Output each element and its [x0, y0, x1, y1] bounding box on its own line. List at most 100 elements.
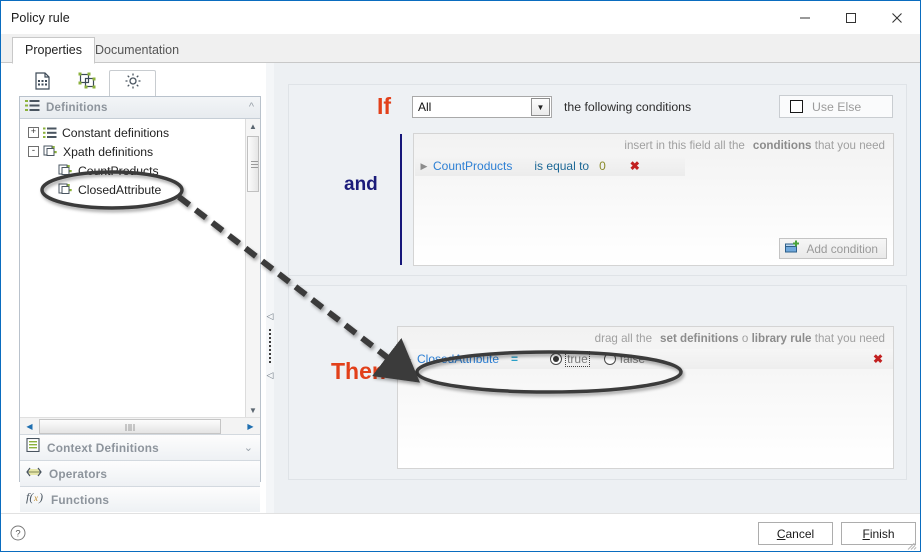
tree-item-constant-definitions[interactable]: + Constant definitions: [20, 123, 260, 142]
condition-value[interactable]: 0: [599, 159, 606, 173]
xpath-icon: [43, 145, 58, 158]
condition-operator[interactable]: is equal to: [534, 159, 589, 173]
scrollbar-grip: [251, 161, 258, 168]
radio-false[interactable]: [603, 353, 616, 365]
splitter-grip: [269, 329, 271, 365]
cancel-label: Cancel: [776, 526, 815, 541]
svg-text:?: ?: [15, 529, 20, 540]
collapse-left-arrow[interactable]: ◁: [266, 371, 274, 380]
chevron-up-icon[interactable]: ^: [249, 101, 254, 113]
if-section: If All ▼ the following conditions Use El…: [288, 84, 907, 276]
conditions-hint: insert in this field all the conditions t…: [624, 139, 885, 152]
icon-tab-settings[interactable]: [109, 70, 156, 96]
use-else-checkbox[interactable]: Use Else: [779, 95, 893, 118]
accordion-label: Operators: [49, 466, 108, 481]
tree-item-label: CountProducts: [78, 163, 159, 178]
delete-x-icon[interactable]: ✖: [630, 160, 640, 172]
tree-item-countproducts[interactable]: CountProducts: [20, 161, 260, 180]
tree-vertical-scrollbar[interactable]: ▲ ▼: [245, 119, 260, 417]
chevron-down-icon[interactable]: ⌄: [244, 441, 253, 454]
action-row[interactable]: ▶ ClosedAttribute = true false ✖: [399, 349, 893, 369]
following-conditions-label: the following conditions: [564, 100, 692, 114]
hint-part-2: set definitions: [660, 332, 739, 345]
radio-true-label: true: [565, 351, 590, 367]
add-condition-button[interactable]: Add condition: [778, 238, 887, 259]
close-button[interactable]: [874, 1, 920, 34]
icon-tab-shapes[interactable]: [64, 70, 111, 96]
operators-icon: [26, 465, 42, 483]
delete-x-icon[interactable]: ✖: [873, 353, 883, 365]
radio-true[interactable]: [550, 353, 563, 365]
accordion-label: Functions: [51, 492, 110, 507]
conditions-list[interactable]: insert in this field all the conditions t…: [413, 133, 894, 266]
expand-caret-icon[interactable]: ▶: [415, 161, 433, 172]
finish-label: Finish: [862, 526, 895, 541]
tab-strip: Properties Documentation: [1, 34, 920, 64]
resize-grip[interactable]: [906, 538, 918, 550]
hint-part-1: insert in this field all the: [624, 139, 745, 152]
checkbox-box[interactable]: [790, 100, 803, 113]
svg-text:): ): [38, 490, 43, 504]
match-mode-value: All: [418, 100, 432, 114]
collapse-left-arrow[interactable]: ◁: [266, 312, 274, 321]
cancel-button[interactable]: Cancel: [758, 522, 833, 545]
condition-field[interactable]: CountProducts: [433, 159, 512, 173]
help-icon[interactable]: ?: [10, 525, 26, 546]
definitions-tree[interactable]: + Constant definitions - Xpath definitio…: [20, 119, 260, 417]
minimize-button[interactable]: [782, 1, 828, 34]
window-title: Policy rule: [11, 10, 70, 25]
actions-list[interactable]: drag all the set definitions o library ru…: [397, 326, 894, 469]
definitions-pane: Definitions ^ + Constant definitions - X…: [1, 63, 274, 513]
scrollbar-thumb[interactable]: [247, 136, 259, 192]
if-keyword: If: [377, 93, 392, 119]
scroll-right-arrow[interactable]: ▶: [243, 419, 258, 434]
document-icon: [34, 71, 51, 95]
title-bar: Policy rule: [1, 1, 920, 34]
then-keyword: Then: [331, 358, 386, 384]
scroll-down-arrow[interactable]: ▼: [246, 403, 260, 417]
action-field[interactable]: ClosedAttribute: [417, 352, 499, 366]
condition-row[interactable]: ▶ CountProducts is equal to 0 ✖: [415, 156, 685, 176]
definitions-panel-title: Definitions: [46, 101, 108, 114]
tab-documentation-label: Documentation: [95, 43, 180, 57]
then-section: Then drag all the set definitions o libra…: [288, 285, 907, 480]
actions-hint: drag all the set definitions o library ru…: [595, 332, 885, 345]
use-else-label: Use Else: [812, 99, 862, 114]
hint-part-2: conditions: [752, 139, 812, 152]
accordion-label: Context Definitions: [47, 440, 159, 455]
tree-expand-toggle[interactable]: +: [28, 127, 39, 138]
icon-tab-document[interactable]: [19, 70, 66, 96]
tree-item-label: Constant definitions: [62, 125, 170, 140]
hint-part-3: that you need: [814, 139, 885, 152]
definitions-panel-header[interactable]: Definitions ^: [20, 97, 260, 119]
chevron-down-icon[interactable]: ▼: [531, 98, 550, 116]
tab-properties[interactable]: Properties: [12, 37, 95, 64]
add-condition-label: Add condition: [806, 241, 879, 256]
tab-documentation[interactable]: Documentation: [83, 38, 191, 63]
tree-item-xpath-definitions[interactable]: - Xpath definitions: [20, 142, 260, 161]
scroll-left-arrow[interactable]: ◀: [22, 419, 37, 434]
tree-item-closedattribute[interactable]: ClosedAttribute: [20, 180, 260, 199]
and-group-bar: [400, 134, 402, 265]
expand-caret-icon[interactable]: ▶: [399, 354, 417, 365]
accordion-context-definitions[interactable]: Context Definitions ⌄: [20, 434, 260, 460]
accordion-functions[interactable]: f( x ) Functions: [20, 486, 260, 512]
action-operator: =: [511, 352, 519, 366]
maximize-button[interactable]: [828, 1, 874, 34]
rule-editor-pane: If All ▼ the following conditions Use El…: [274, 63, 920, 513]
finish-button[interactable]: Finish: [841, 522, 916, 545]
definitions-panel: Definitions ^ + Constant definitions - X…: [19, 96, 261, 512]
scroll-up-arrow[interactable]: ▲: [246, 119, 260, 133]
tree-collapse-toggle[interactable]: -: [28, 146, 39, 157]
close-icon: [891, 12, 903, 24]
shapes-icon: [78, 72, 97, 95]
tree-horizontal-scrollbar[interactable]: ◀ ▶: [20, 417, 260, 434]
pane-splitter[interactable]: ◁ ◁: [266, 63, 274, 513]
functions-icon: f( x ): [26, 490, 44, 509]
match-mode-select[interactable]: All ▼: [412, 96, 552, 118]
dialog-footer: ? Cancel Finish: [1, 513, 920, 551]
accordion-operators[interactable]: Operators: [20, 460, 260, 486]
list-icon: [43, 127, 57, 139]
scrollbar-thumb-horizontal[interactable]: [39, 419, 221, 434]
maximize-icon: [845, 12, 857, 24]
